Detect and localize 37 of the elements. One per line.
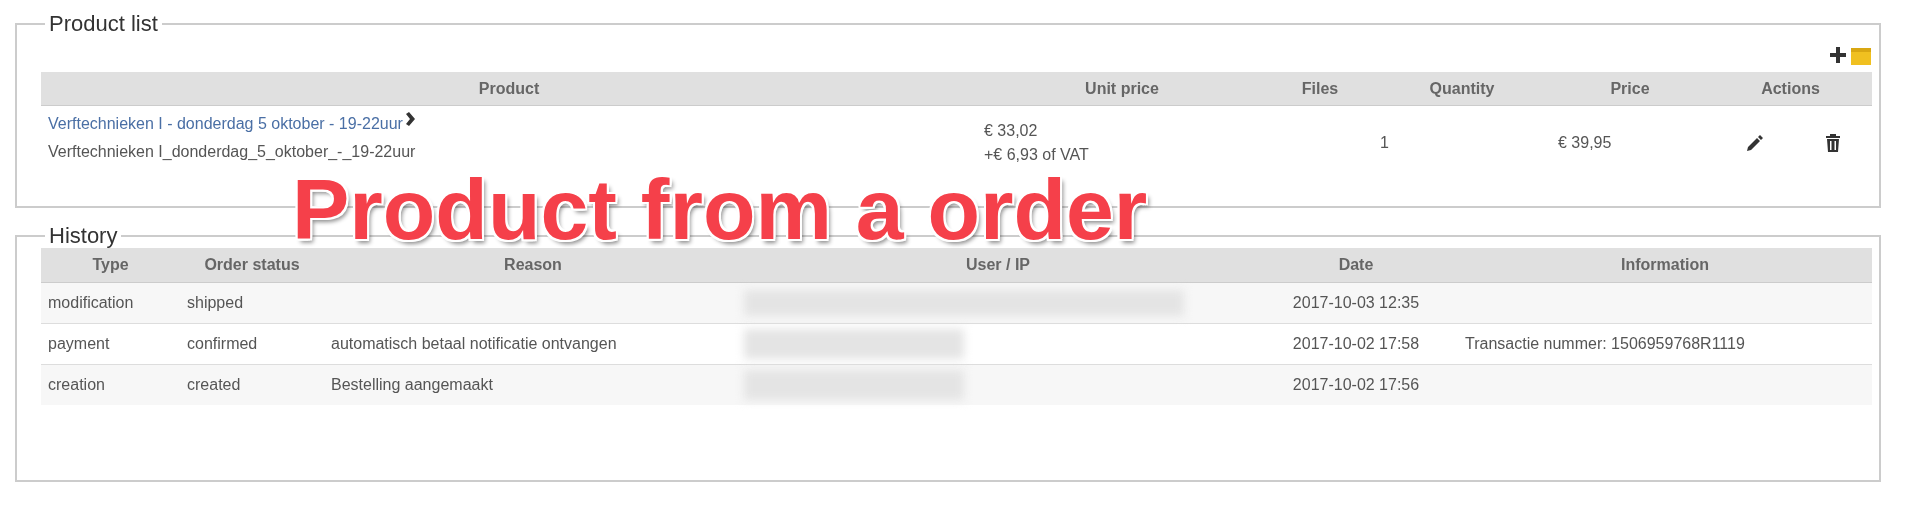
column-header: Order status	[203, 255, 301, 275]
panel-title: History	[48, 224, 119, 248]
column-header: Unit price	[1084, 79, 1160, 99]
delete-icon[interactable]	[1825, 133, 1841, 153]
table-cell: payment	[48, 335, 110, 353]
column-header: Product	[477, 79, 541, 99]
column-header: Actions	[1760, 79, 1821, 99]
table-cell: Transactie nummer: 1506959768R1119	[1465, 335, 1745, 353]
table-cell: Bestelling aangemaakt	[331, 376, 493, 394]
column-header: Information	[1620, 255, 1710, 275]
column-header: Price	[1609, 79, 1651, 99]
column-header: Reason	[503, 255, 563, 275]
table-cell: shipped	[187, 294, 244, 312]
column-header: Files	[1300, 79, 1340, 99]
table-cell: created	[187, 376, 241, 394]
table-cell: 2017-10-03 12:35	[1292, 294, 1420, 312]
column-header: Date	[1337, 255, 1375, 275]
annotation-text: Product from a order	[292, 166, 1148, 252]
chevron-right-icon[interactable]	[404, 112, 415, 126]
column-header: User / IP	[965, 255, 1031, 275]
column-header: Quantity	[1428, 79, 1496, 99]
panel-title: Product list	[48, 12, 159, 36]
table-cell: modification	[48, 294, 134, 312]
quantity: 1	[1380, 133, 1390, 153]
table-cell: creation	[48, 376, 105, 394]
table-cell: confirmed	[187, 335, 258, 353]
column-header: Type	[91, 255, 130, 275]
table-cell: 2017-10-02 17:58	[1292, 335, 1420, 353]
vat-amount: +€ 6,93 of VAT	[984, 145, 1090, 165]
table-cell: automatisch betaal notificatie ontvangen	[331, 335, 617, 353]
edit-icon[interactable]	[1745, 133, 1765, 153]
product-code: Verftechnieken I_donderdag_5_oktober_-_19-22uur	[48, 142, 417, 162]
unit-price: € 33,02	[984, 121, 1039, 141]
add-icon[interactable]	[1829, 46, 1847, 64]
table-cell: 2017-10-02 17:56	[1292, 376, 1420, 394]
price: € 39,95	[1558, 133, 1613, 153]
product-link[interactable]: Verftechnieken I - donderdag 5 oktober - 19-22uur	[48, 114, 403, 134]
